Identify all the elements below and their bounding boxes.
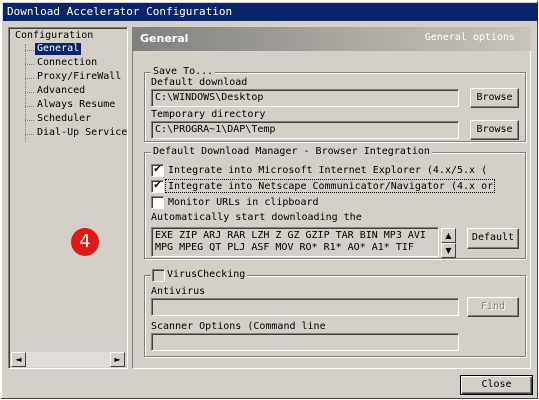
- tree-branch: [25, 134, 34, 135]
- tree-branch: [25, 120, 34, 121]
- antivirus-label: Antivirus: [151, 286, 206, 297]
- tree-horizontal-scrollbar[interactable]: ◄ ►: [11, 352, 125, 367]
- monitor-clipboard-label[interactable]: Monitor URLs in clipboard: [168, 197, 319, 209]
- netscape-integration-checkbox[interactable]: ✔: [151, 180, 164, 193]
- tree-branch: [25, 92, 34, 93]
- tree-item-proxy-firewall[interactable]: Proxy/FireWall: [35, 71, 123, 83]
- tree-branch: [25, 106, 34, 107]
- scroll-down-arrow-icon[interactable]: ▼: [441, 243, 456, 258]
- title-bar: Download Accelerator Configuration: [3, 3, 538, 21]
- config-window: Download Accelerator Configuration Confi…: [0, 0, 539, 400]
- scroll-up-arrow-icon[interactable]: ▲: [441, 228, 456, 243]
- browse-default-button[interactable]: Browse: [470, 88, 519, 108]
- default-download-field[interactable]: C:\WINDOWS\Desktop: [151, 89, 459, 107]
- virus-checking-title: VirusChecking: [151, 269, 248, 281]
- panel-header-subtitle: General options: [424, 32, 515, 43]
- netscape-integration-label[interactable]: Integrate into Netscape Communicator/Nav…: [168, 181, 493, 193]
- ie-integration-label[interactable]: Integrate into Microsoft Internet Explor…: [168, 165, 487, 177]
- tree-item-connection[interactable]: Connection: [35, 57, 99, 69]
- tree-branch: [25, 78, 34, 79]
- tree-item-always-resume[interactable]: Always Resume: [35, 99, 117, 111]
- tree-connector-line: [25, 44, 26, 142]
- temp-directory-label: Temporary directory: [151, 109, 266, 120]
- scanner-options-field[interactable]: [151, 333, 459, 351]
- monitor-clipboard-checkbox[interactable]: [151, 196, 164, 209]
- tree-item-dial-up-service[interactable]: Dial-Up Service: [35, 127, 129, 139]
- virus-checking-checkbox[interactable]: [152, 269, 165, 282]
- extensions-textarea[interactable]: EXE ZIP ARJ RAR LZH Z GZ GZIP TAR BIN MP…: [151, 227, 439, 257]
- step-number-badge: 4: [71, 228, 99, 256]
- scroll-right-arrow-icon[interactable]: ►: [110, 352, 125, 367]
- browser-integration-title: Default Download Manager - Browser Integ…: [151, 146, 432, 158]
- close-button[interactable]: Close: [460, 375, 533, 395]
- tree-branch: [25, 64, 34, 65]
- ie-integration-checkbox[interactable]: ✔: [151, 164, 164, 177]
- find-button[interactable]: Find: [467, 297, 519, 317]
- tree-item-advanced[interactable]: Advanced: [35, 85, 87, 97]
- panel-header: General General options: [132, 27, 531, 51]
- panel-header-title: General: [140, 32, 189, 45]
- default-extensions-button[interactable]: Default: [467, 228, 519, 249]
- default-download-label: Default download: [151, 77, 248, 88]
- tree-branch: [25, 50, 34, 51]
- tree-root[interactable]: Configuration: [15, 30, 93, 41]
- scroll-left-arrow-icon[interactable]: ◄: [11, 352, 26, 367]
- scanner-options-label: Scanner Options (Command line: [151, 321, 326, 332]
- tree-item-scheduler[interactable]: Scheduler: [35, 113, 93, 125]
- tree-item-general[interactable]: General: [35, 43, 82, 55]
- temp-directory-field[interactable]: C:\PROGRA~1\DAP\Temp: [151, 121, 459, 139]
- config-tree[interactable]: Configuration General Connection Proxy/F…: [8, 27, 128, 369]
- antivirus-field[interactable]: [151, 298, 459, 316]
- auto-download-label: Automatically start downloading the: [151, 212, 362, 223]
- browse-temp-button[interactable]: Browse: [470, 120, 519, 140]
